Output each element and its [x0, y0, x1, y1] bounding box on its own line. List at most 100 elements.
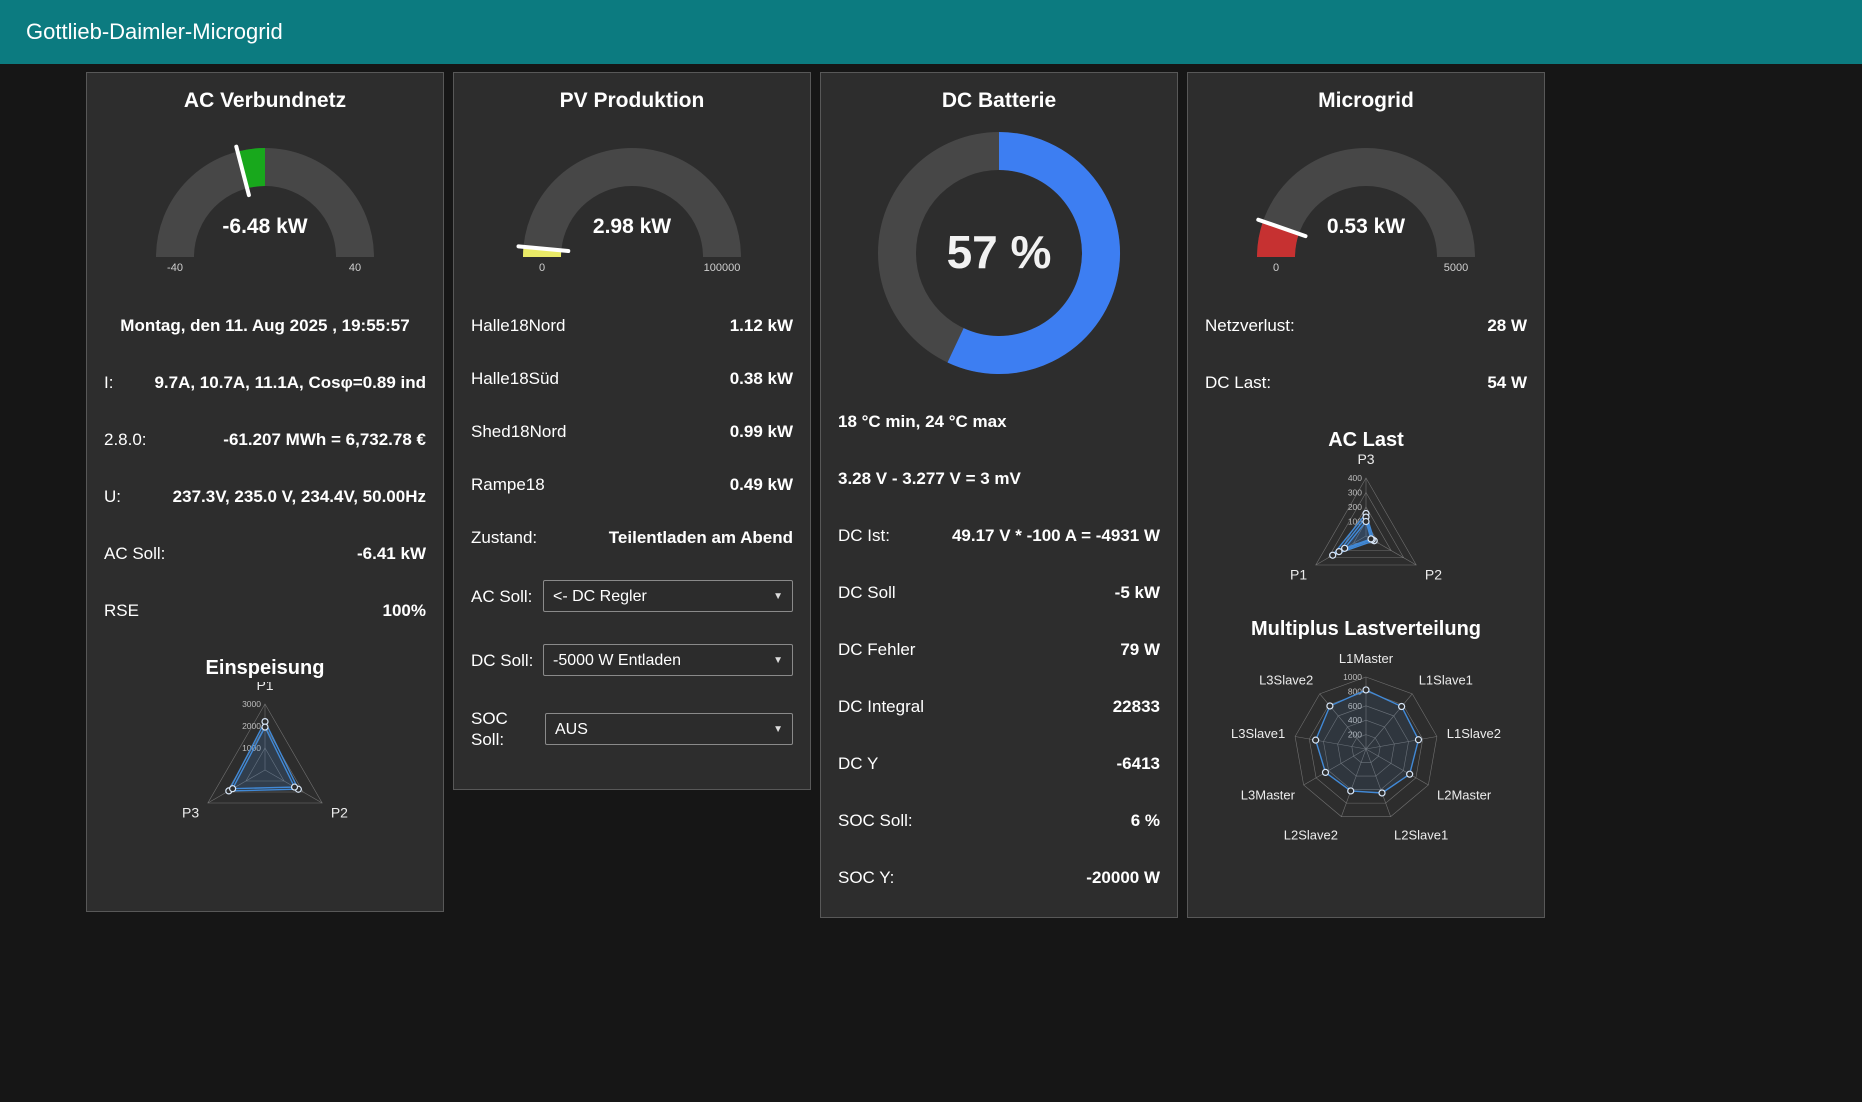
row-value: 0.38 kW: [729, 369, 793, 388]
svg-text:L1Slave1: L1Slave1: [1419, 672, 1473, 687]
svg-text:P3: P3: [182, 805, 199, 821]
pv-gauge: 2.98 kW 0 100000: [482, 119, 782, 291]
pv-ac-soll-row: AC Soll: <- DC Regler ▼: [454, 580, 810, 612]
ac-last-radar: P3 P2 P1 100 200 300 400: [1188, 454, 1544, 612]
dc-y-row: DC Y -6413: [821, 753, 1177, 774]
panel-title-pv: PV Produktion: [559, 89, 705, 112]
dc-ist-row: DC Ist: 49.17 V * -100 A = -4931 W: [821, 525, 1177, 546]
mg-netzverlust-row: Netzverlust: 28 W: [1188, 315, 1544, 336]
row-label: Zustand:: [471, 528, 538, 547]
dc-soc-soll-row: SOC Soll: 6 %: [821, 810, 1177, 831]
svg-text:P1: P1: [256, 682, 273, 693]
row-label: 18 °C min, 24 °C max: [838, 412, 1007, 431]
chevron-down-icon: ▼: [773, 723, 783, 735]
pv-halle18nord-row: Halle18Nord 1.12 kW: [454, 315, 810, 336]
svg-text:L3Slave1: L3Slave1: [1231, 726, 1285, 741]
row-value: 28 W: [1487, 316, 1527, 335]
app-header: Gottlieb-Daimler-Microgrid: [0, 0, 1862, 64]
multiplus-title: Multiplus Lastverteilung: [1250, 618, 1482, 640]
row-label: Halle18Nord: [471, 316, 566, 335]
pv-rampe18-row: Rampe18 0.49 kW: [454, 474, 810, 495]
pv-gauge-value: 2.98 kW: [592, 215, 672, 238]
svg-text:L1Master: L1Master: [1339, 651, 1394, 666]
app-title: Gottlieb-Daimler-Microgrid: [26, 19, 283, 44]
svg-text:2000: 2000: [242, 721, 261, 731]
svg-text:L3Master: L3Master: [1241, 788, 1296, 803]
chevron-down-icon: ▼: [773, 654, 783, 666]
panel-title-mg: Microgrid: [1318, 89, 1414, 112]
pv-soc-soll-row: SOC Soll: AUS ▼: [454, 708, 810, 750]
row-label: SOC Y:: [838, 868, 895, 887]
dc-temp-row: 18 °C min, 24 °C max: [821, 411, 1177, 432]
svg-text:400: 400: [1348, 473, 1362, 483]
row-label: Halle18Süd: [471, 369, 559, 388]
dc-rows: 18 °C min, 24 °C max 3.28 V - 3.277 V = …: [821, 411, 1177, 888]
row-label: I:: [104, 373, 114, 392]
row-value: 0.49 kW: [729, 475, 793, 494]
ac-gauge-min-label: -40: [167, 262, 183, 274]
mg-gauge: 0.53 kW 0 5000: [1216, 119, 1516, 291]
svg-text:200: 200: [1348, 502, 1362, 512]
row-label: RSE: [104, 601, 139, 620]
dc-soll-selected-option: -5000 W Entladen: [553, 651, 682, 669]
row-value: 49.17 V * -100 A = -4931 W: [951, 526, 1160, 545]
pv-halle18sued-row: Halle18Süd 0.38 kW: [454, 368, 810, 389]
svg-text:L3Slave2: L3Slave2: [1259, 672, 1313, 687]
row-value: 0.99 kW: [729, 422, 793, 441]
soc-soll-selected-option: AUS: [555, 720, 588, 738]
mg-gauge-max-label: 5000: [1443, 262, 1469, 274]
row-label: 3.28 V - 3.277 V = 3 mV: [838, 469, 1021, 488]
chevron-down-icon: ▼: [773, 590, 783, 602]
row-label: DC Y: [838, 754, 879, 773]
ac-voltage-row: U: 237.3V, 235.0 V, 234.4V, 50.00Hz: [87, 486, 443, 507]
pv-gauge-max-label: 100000: [703, 262, 741, 274]
pv-rows: Halle18Nord 1.12 kW Halle18Süd 0.38 kW S…: [454, 315, 810, 750]
dc-soll-select[interactable]: -5000 W Entladen ▼: [543, 644, 793, 676]
pv-shed18nord-row: Shed18Nord 0.99 kW: [454, 421, 810, 442]
ac-date-row: Montag, den 11. Aug 2025 , 19:55:57: [87, 315, 443, 336]
soc-donut: 57 %: [849, 119, 1149, 387]
panel-pv-produktion: PV Produktion 2.98 kW 0 100000 Halle18No…: [453, 72, 811, 790]
row-value: 1.12 kW: [729, 316, 793, 335]
ac-gauge-value: -6.48 kW: [222, 215, 308, 238]
row-value: -5 kW: [1114, 583, 1160, 602]
dc-soc-y-row: SOC Y: -20000 W: [821, 867, 1177, 888]
row-label: DC Integral: [838, 697, 924, 716]
row-label: SOC Soll:: [471, 709, 508, 749]
ac-gauge: -6.48 kW -40 40: [115, 119, 415, 291]
row-label: DC Soll:: [471, 650, 534, 670]
einspeisung-radar: P1P2P3100020003000: [87, 682, 443, 850]
svg-text:P1: P1: [1290, 567, 1307, 583]
row-label: 2.8.0:: [104, 430, 147, 449]
ac-gauge-chart: [115, 119, 415, 279]
row-label: SOC Soll:: [838, 811, 913, 830]
mg-gauge-chart: [1216, 119, 1516, 279]
row-label: Shed18Nord: [471, 422, 567, 441]
svg-text:3000: 3000: [242, 699, 261, 709]
row-value: 9.7A, 10.7A, 11.1A, Cosφ=0.89 ind: [154, 373, 426, 392]
mg-dc-last-row: DC Last: 54 W: [1188, 372, 1544, 393]
svg-text:L2Master: L2Master: [1437, 788, 1492, 803]
mg-rows: Netzverlust: 28 W DC Last: 54 W: [1188, 315, 1544, 393]
ac-rows: Montag, den 11. Aug 2025 , 19:55:57 I: 9…: [87, 315, 443, 621]
row-label: DC Last:: [1205, 373, 1272, 392]
svg-text:L2Slave2: L2Slave2: [1284, 828, 1338, 843]
einspeisung-title: Einspeisung: [205, 657, 325, 679]
row-value: 100%: [382, 601, 426, 620]
multiplus-radar: L1Master L1Slave1 L1Slave2 L2Master L2Slave1…: [1188, 643, 1544, 853]
ac-soll-selected-option: <- DC Regler: [553, 587, 647, 605]
ac-soll-select[interactable]: <- DC Regler ▼: [543, 580, 793, 612]
ac-soll-row: AC Soll: -6.41 kW: [87, 543, 443, 564]
row-label: AC Soll:: [104, 544, 166, 563]
pv-zustand-row: Zustand: Teilentladen am Abend: [454, 527, 810, 548]
soc-donut-value: 57 %: [946, 225, 1052, 278]
dc-soll-row: DC Soll -5 kW: [821, 582, 1177, 603]
svg-text:P3: P3: [1357, 454, 1374, 467]
ac-gauge-max-label: 40: [348, 262, 362, 274]
row-value: -61.207 MWh = 6,732.78 €: [223, 430, 426, 449]
row-value: -6.41 kW: [357, 544, 426, 563]
soc-soll-select[interactable]: AUS ▼: [545, 713, 793, 745]
row-label: Netzverlust:: [1205, 316, 1295, 335]
panel-dc-batterie: DC Batterie 57 % 18 °C min, 24 °C max 3.…: [820, 72, 1178, 918]
panel-microgrid: Microgrid 0.53 kW 0 5000 Netzverlust: 28…: [1187, 72, 1545, 918]
